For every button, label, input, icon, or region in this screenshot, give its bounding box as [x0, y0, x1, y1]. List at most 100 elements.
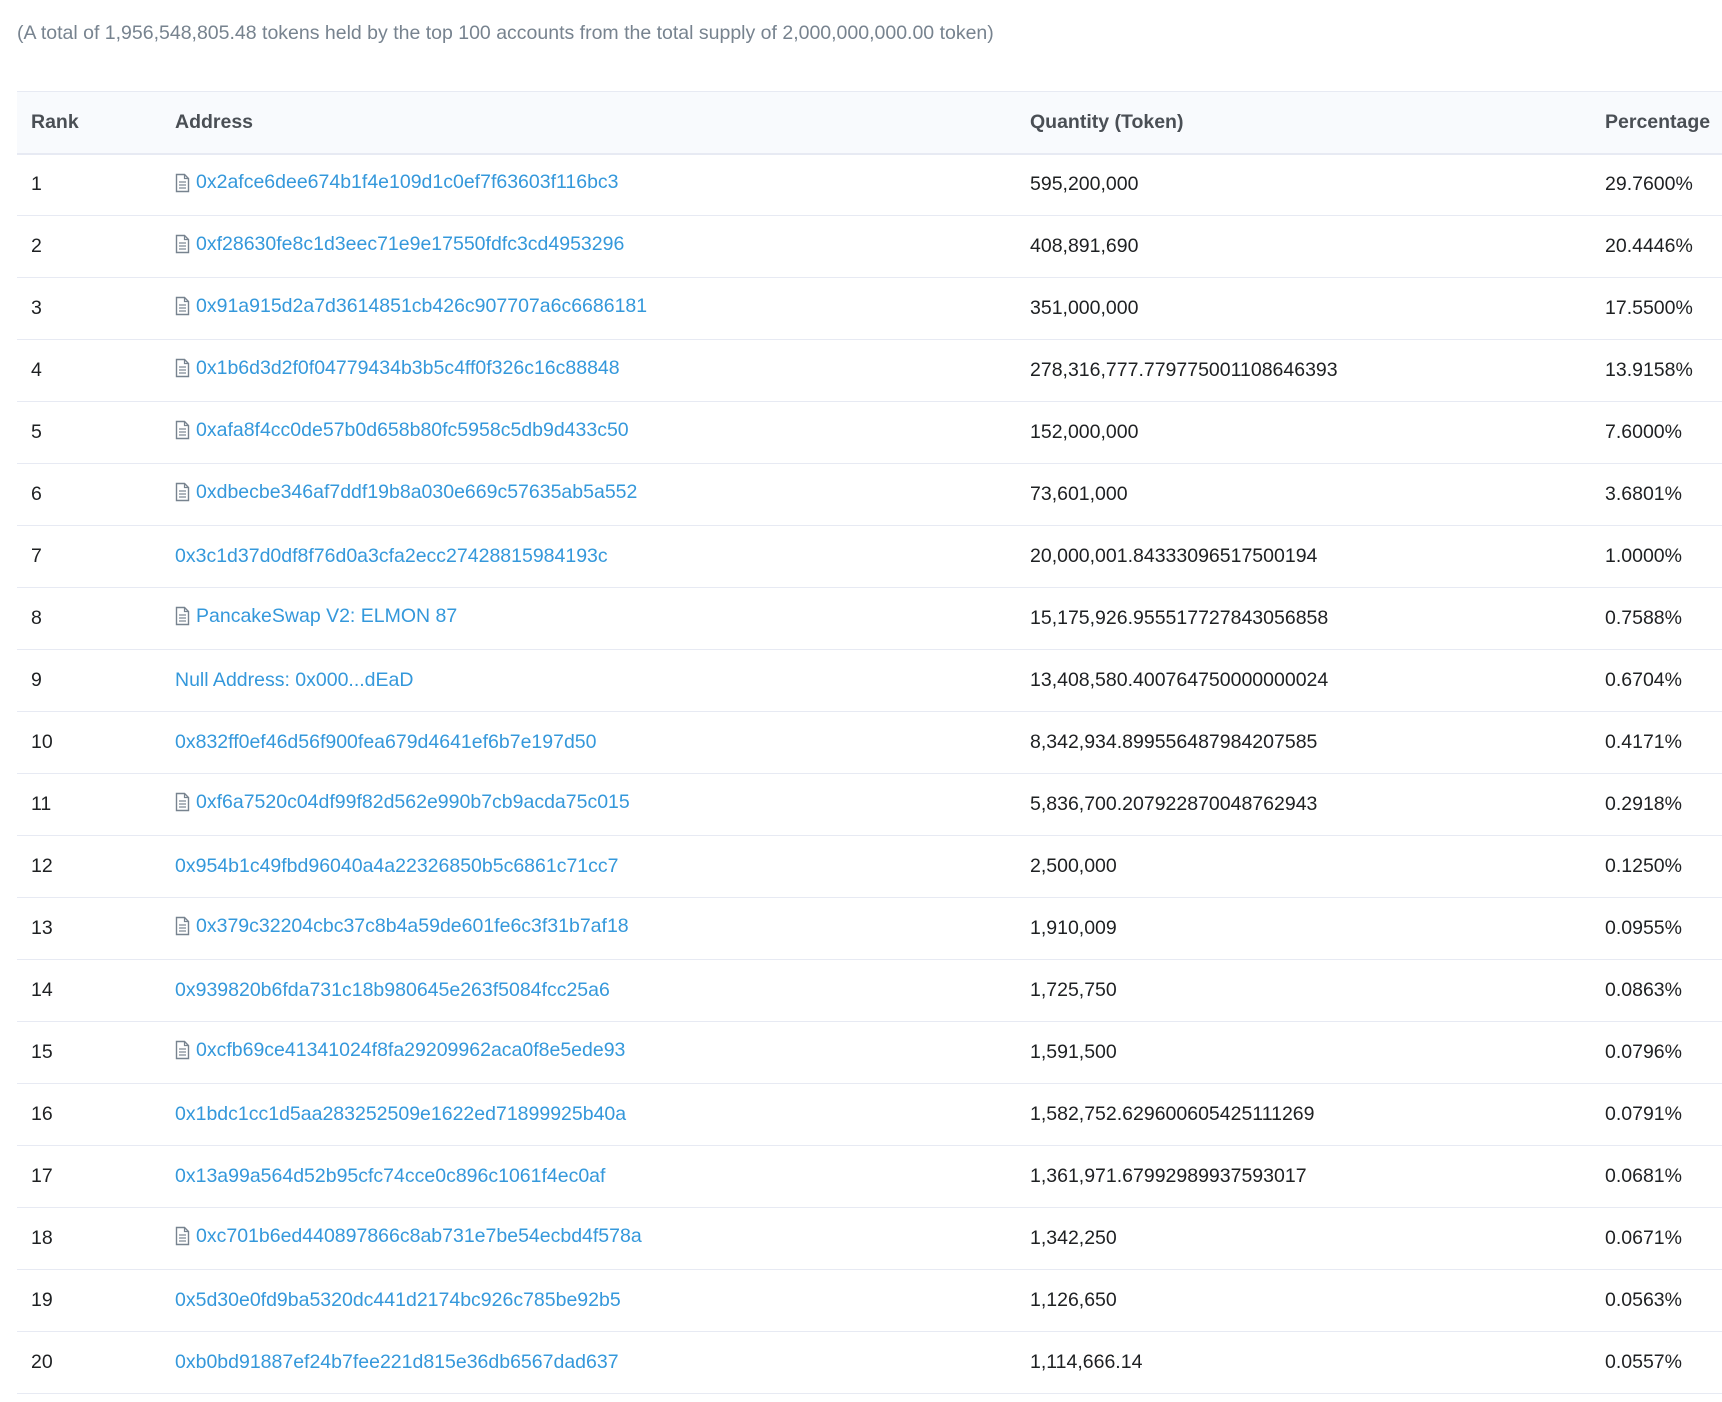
percentage-cell: 0.0563%	[1605, 1289, 1682, 1311]
percentage-cell: 0.0671%	[1605, 1227, 1682, 1249]
address-text: 0x939820b6fda731c18b980645e263f5084fcc25…	[175, 979, 610, 1001]
quantity-cell: 1,725,750	[1030, 979, 1117, 1001]
quantity-cell: 1,910,009	[1030, 917, 1117, 939]
rank-cell: 17	[31, 1165, 53, 1187]
address-link[interactable]: 0x3c1d37d0df8f76d0a3cfa2ecc2742881598419…	[175, 545, 608, 568]
address-cell: 0xdbecbe346af7ddf19b8a030e669c57635ab5a5…	[175, 464, 1030, 526]
address-link[interactable]: 0xf6a7520c04df99f82d562e990b7cb9acda75c0…	[175, 791, 630, 814]
rank-cell: 18	[31, 1227, 53, 1249]
percentage-cell: 0.0681%	[1605, 1165, 1682, 1187]
address-cell: 0x13a99a564d52b95cfc74cce0c896c1061f4ec0…	[175, 1146, 1030, 1208]
address-cell: 0xb0bd91887ef24b7fee221d815e36db6567dad6…	[175, 1332, 1030, 1394]
table-row: 19 0x5d30e0fd9ba5320dc441d2174bc926c785b…	[17, 1270, 1722, 1332]
rank-cell: 4	[31, 359, 42, 381]
address-link[interactable]: 0xb0bd91887ef24b7fee221d815e36db6567dad6…	[175, 1351, 619, 1374]
address-link[interactable]: 0x379c32204cbc37c8b4a59de601fe6c3f31b7af…	[175, 915, 629, 938]
percentage-cell: 17.5500%	[1605, 297, 1693, 319]
rank-cell: 14	[31, 979, 53, 1001]
percentage-cell: 0.0791%	[1605, 1103, 1682, 1125]
quantity-cell: 408,891,690	[1030, 235, 1139, 257]
token-holders-table-container: Rank Address Quantity (Token) Percentage…	[17, 91, 1722, 1402]
address-text: 0xdbecbe346af7ddf19b8a030e669c57635ab5a5…	[196, 480, 638, 503]
address-link[interactable]: 0xf28630fe8c1d3eec71e9e17550fdfc3cd49532…	[175, 233, 624, 256]
quantity-cell: 73,601,000	[1030, 483, 1128, 505]
address-link[interactable]: 0x5d30e0fd9ba5320dc441d2174bc926c785be92…	[175, 1289, 621, 1312]
rank-cell: 12	[31, 855, 53, 877]
address-cell: 0xf28630fe8c1d3eec71e9e17550fdfc3cd49532…	[175, 216, 1030, 278]
address-link[interactable]: 0xdbecbe346af7ddf19b8a030e669c57635ab5a5…	[175, 481, 637, 504]
percentage-cell: 1.0000%	[1605, 545, 1682, 567]
rank-cell: 11	[31, 793, 52, 815]
address-link[interactable]: 0x1bdc1cc1d5aa283252509e1622ed71899925b4…	[175, 1103, 626, 1126]
address-text: 0x2afce6dee674b1f4e109d1c0ef7f63603f116b…	[196, 171, 619, 193]
quantity-cell: 5,836,700.207922870048762943	[1030, 793, 1318, 815]
rank-cell: 13	[31, 917, 53, 939]
rank-cell: 7	[31, 545, 42, 567]
address-text: 0xb0bd91887ef24b7fee221d815e36db6567dad6…	[175, 1351, 619, 1373]
percentage-cell: 0.6704%	[1605, 669, 1682, 691]
rank-cell: 1	[31, 173, 42, 196]
percentage-cell: 3.6801%	[1605, 483, 1682, 505]
address-cell: 0xcfb69ce41341024f8fa29209962aca0f8e5ede…	[175, 1022, 1030, 1084]
address-link[interactable]: 0xc701b6ed440897866c8ab731e7be54ecbd4f57…	[175, 1225, 642, 1248]
table-row: 2 0xf28630fe8c1d3eec71e9e17550fdfc3cd495…	[17, 216, 1722, 278]
table-row: 1 0x2afce6dee674b1f4e109d1c0ef7f63603f11…	[17, 154, 1722, 216]
address-cell: 0x5d30e0fd9ba5320dc441d2174bc926c785be92…	[175, 1270, 1030, 1332]
quantity-cell: 1,361,971.67992989937593017	[1030, 1165, 1307, 1187]
address-cell: 0x1bdc1cc1d5aa283252509e1622ed71899925b4…	[175, 1084, 1030, 1146]
percentage-cell: 13.9158%	[1605, 359, 1693, 381]
address-cell: 0xafa8f4cc0de57b0d658b80fc5958c5db9d433c…	[175, 402, 1030, 464]
rank-header: Rank	[31, 110, 79, 133]
rank-cell: 9	[31, 669, 42, 691]
table-row: 15 0xcfb69ce41341024f8fa29209962aca0f8e5…	[17, 1022, 1722, 1084]
percentage-cell: 0.7588%	[1605, 607, 1682, 629]
address-cell: 0xf6a7520c04df99f82d562e990b7cb9acda75c0…	[175, 774, 1030, 836]
quantity-cell: 595,200,000	[1030, 173, 1139, 196]
quantity-cell: 15,175,926.955517727843056858	[1030, 607, 1329, 629]
address-text: 0xc701b6ed440897866c8ab731e7be54ecbd4f57…	[196, 1224, 642, 1247]
address-link[interactable]: 0x91a915d2a7d3614851cb426c907707a6c66861…	[175, 295, 647, 318]
address-cell: 0x832ff0ef46d56f900fea679d4641ef6b7e197d…	[175, 712, 1030, 774]
table-row: 11 0xf6a7520c04df99f82d562e990b7cb9acda7…	[17, 774, 1722, 836]
rank-cell: 15	[31, 1041, 53, 1063]
document-icon	[175, 607, 190, 626]
table-header-row: Rank Address Quantity (Token) Percentage	[17, 91, 1722, 154]
quantity-cell: 1,582,752.629600605425111269	[1030, 1103, 1315, 1125]
quantity-cell: 1,591,500	[1030, 1041, 1117, 1063]
percentage-cell: 0.0557%	[1605, 1351, 1682, 1373]
address-text: 0x5d30e0fd9ba5320dc441d2174bc926c785be92…	[175, 1289, 621, 1311]
address-link[interactable]: Null Address: 0x000...dEaD	[175, 669, 413, 692]
table-row: 10 0x832ff0ef46d56f900fea679d4641ef6b7e1…	[17, 712, 1722, 774]
address-link[interactable]: 0x1b6d3d2f0f04779434b3b5c4ff0f326c16c888…	[175, 357, 620, 380]
document-icon	[175, 421, 190, 440]
address-link[interactable]: 0x13a99a564d52b95cfc74cce0c896c1061f4ec0…	[175, 1165, 605, 1188]
document-icon	[175, 297, 190, 316]
address-link[interactable]: 0xafa8f4cc0de57b0d658b80fc5958c5db9d433c…	[175, 419, 629, 442]
quantity-cell: 152,000,000	[1030, 421, 1139, 443]
address-link[interactable]: 0x939820b6fda731c18b980645e263f5084fcc25…	[175, 979, 610, 1002]
table-row: 3 0x91a915d2a7d3614851cb426c907707a6c668…	[17, 278, 1722, 340]
address-link[interactable]: 0x954b1c49fbd96040a4a22326850b5c6861c71c…	[175, 855, 619, 878]
address-link[interactable]: 0x2afce6dee674b1f4e109d1c0ef7f63603f116b…	[175, 171, 619, 194]
quantity-cell: 8,342,934.899556487984207585	[1030, 731, 1318, 753]
address-text: 0xafa8f4cc0de57b0d658b80fc5958c5db9d433c…	[196, 418, 629, 441]
quantity-cell: 1,126,650	[1030, 1289, 1117, 1311]
address-text: 0x13a99a564d52b95cfc74cce0c896c1061f4ec0…	[175, 1165, 606, 1187]
table-body: 1 0x2afce6dee674b1f4e109d1c0ef7f63603f11…	[17, 154, 1722, 1394]
address-text: Null Address: 0x000...dEaD	[175, 669, 414, 691]
address-cell: 0x91a915d2a7d3614851cb426c907707a6c66861…	[175, 278, 1030, 340]
table-row: 6 0xdbecbe346af7ddf19b8a030e669c57635ab5…	[17, 464, 1722, 526]
quantity-header: Quantity (Token)	[1030, 110, 1184, 133]
address-link[interactable]: 0x832ff0ef46d56f900fea679d4641ef6b7e197d…	[175, 731, 596, 754]
address-link[interactable]: PancakeSwap V2: ELMON 87	[175, 605, 457, 628]
rank-cell: 6	[31, 483, 42, 505]
rank-cell: 20	[31, 1351, 53, 1373]
table-row: 9 Null Address: 0x000...dEaD 13,408,580.…	[17, 650, 1722, 712]
document-icon	[175, 235, 190, 254]
address-link[interactable]: 0xcfb69ce41341024f8fa29209962aca0f8e5ede…	[175, 1039, 625, 1062]
document-icon	[175, 359, 190, 378]
address-header: Address	[175, 110, 254, 133]
rank-cell: 16	[31, 1103, 53, 1125]
address-cell: 0x379c32204cbc37c8b4a59de601fe6c3f31b7af…	[175, 898, 1030, 960]
address-cell: Null Address: 0x000...dEaD	[175, 650, 1030, 712]
